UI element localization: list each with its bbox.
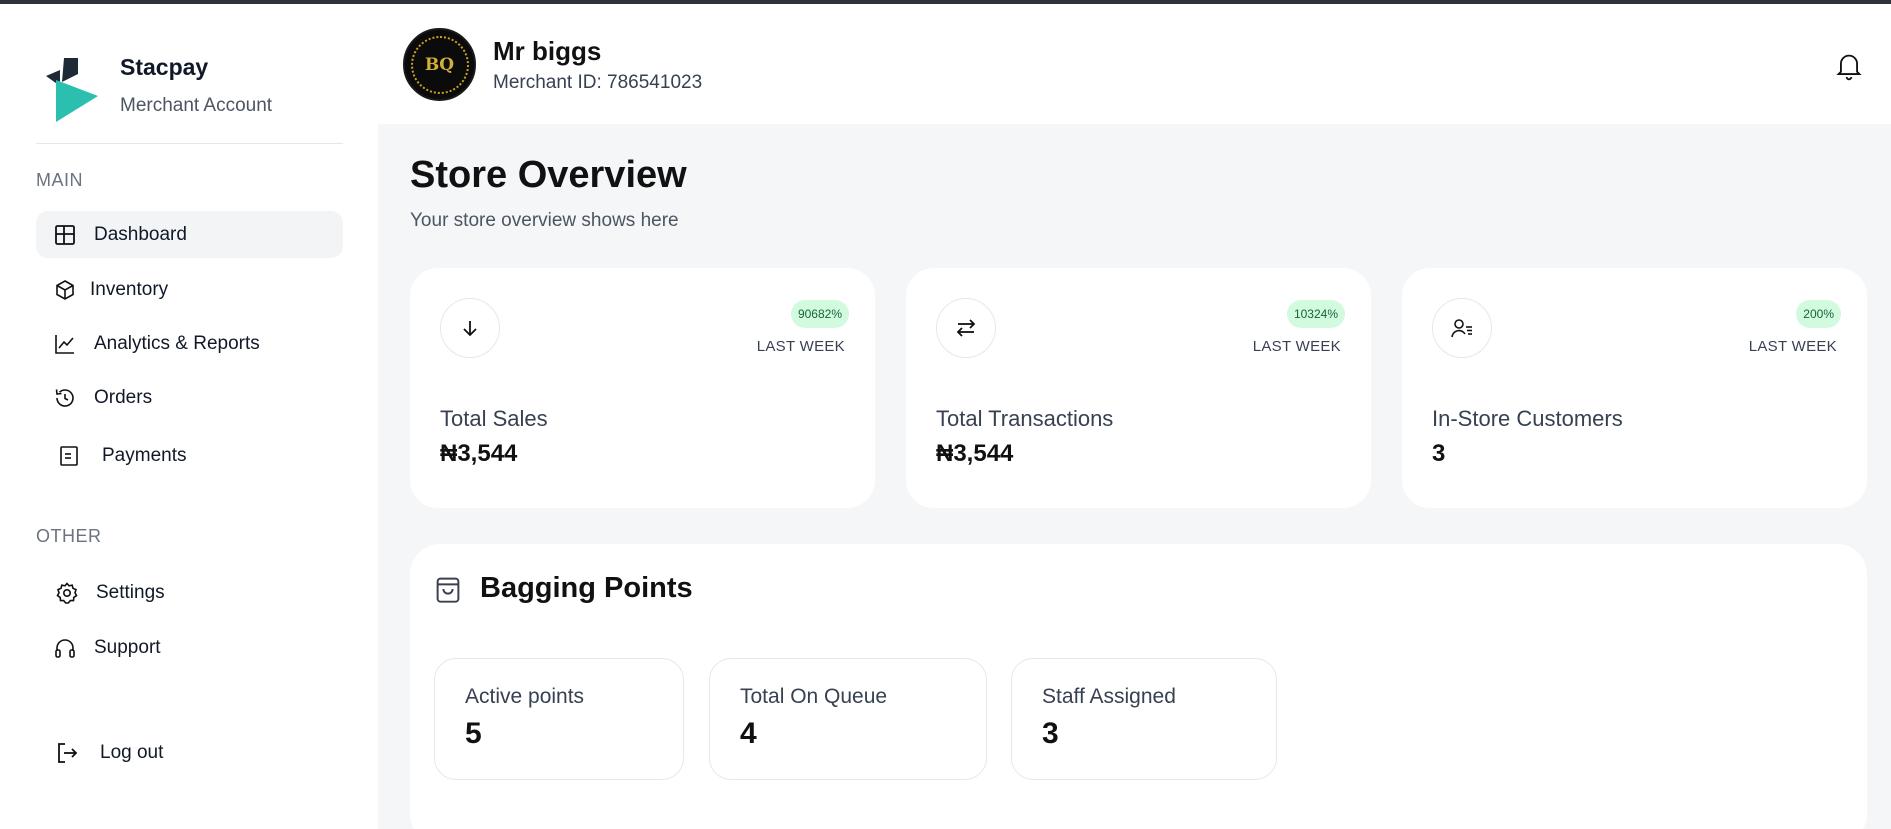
chart-line-icon — [52, 331, 78, 357]
bagging-card-active-points[interactable]: Active points 5 — [434, 658, 684, 780]
sidebar-item-label: Inventory — [90, 278, 169, 300]
sidebar-item-label: Settings — [96, 581, 165, 603]
mini-card-value: 4 — [740, 717, 757, 750]
merchant-avatar[interactable]: BQ — [403, 28, 476, 101]
stat-value: 3 — [1432, 440, 1446, 467]
logout-label: Log out — [100, 741, 164, 763]
bagging-points-panel: Bagging Points Active points 5 Total On … — [410, 544, 1867, 829]
sidebar-item-label: Dashboard — [94, 223, 187, 245]
mini-card-value: 5 — [465, 717, 482, 750]
period-label: LAST WEEK — [1748, 338, 1837, 355]
stat-card-in-store-customers[interactable]: 200% LAST WEEK In-Store Customers 3 — [1402, 268, 1867, 508]
period-label: LAST WEEK — [756, 338, 845, 355]
stacpay-logo-icon — [46, 58, 98, 122]
stat-value: ₦3,544 — [936, 440, 1014, 467]
section-label-main: MAIN — [36, 170, 83, 190]
sidebar-item-payments[interactable]: Payments — [36, 432, 343, 479]
change-badge: 200% — [1796, 300, 1841, 328]
gear-icon — [54, 580, 80, 606]
grid-icon — [52, 222, 78, 248]
bell-icon[interactable] — [1835, 51, 1863, 81]
period-label: LAST WEEK — [1252, 338, 1341, 355]
bagging-points-title: Bagging Points — [480, 572, 693, 604]
sidebar-item-label: Payments — [102, 444, 187, 466]
stat-label: In-Store Customers — [1432, 406, 1623, 431]
sidebar-item-orders[interactable]: Orders — [36, 374, 343, 421]
avatar-initials: BQ — [410, 35, 469, 94]
brand[interactable]: Stacpay Merchant Account — [36, 52, 272, 122]
logout-button[interactable]: Log out — [36, 729, 343, 776]
mini-card-value: 3 — [1042, 717, 1059, 750]
stat-card-total-sales[interactable]: 90682% LAST WEEK Total Sales ₦3,544 — [410, 268, 875, 508]
logout-icon — [54, 740, 80, 766]
bagging-card-staff-assigned[interactable]: Staff Assigned 3 — [1011, 658, 1277, 780]
sidebar-item-inventory[interactable]: Inventory — [36, 266, 343, 313]
sidebar-item-label: Orders — [94, 386, 153, 408]
sidebar: Stacpay Merchant Account MAIN Dashboard … — [0, 4, 378, 829]
bagging-card-total-on-queue[interactable]: Total On Queue 4 — [709, 658, 987, 780]
stat-card-total-transactions[interactable]: 10324% LAST WEEK Total Transactions ₦3,5… — [906, 268, 1371, 508]
stat-label: Total Sales — [440, 406, 548, 431]
shopping-bag-icon — [436, 577, 460, 603]
brand-subtitle: Merchant Account — [120, 95, 273, 116]
top-header: BQ Mr biggs Merchant ID: 786541023 — [378, 4, 1891, 124]
swap-arrows-icon — [936, 298, 996, 358]
sidebar-item-settings[interactable]: Settings — [36, 569, 343, 616]
user-list-icon — [1432, 298, 1492, 358]
section-label-other: OTHER — [36, 526, 102, 546]
sidebar-item-support[interactable]: Support — [36, 624, 343, 671]
mini-card-label: Total On Queue — [740, 685, 888, 708]
headphones-icon — [52, 635, 78, 661]
history-icon — [52, 385, 78, 411]
mini-card-label: Active points — [465, 685, 585, 708]
box-icon — [52, 277, 78, 303]
main-content: Store Overview Your store overview shows… — [378, 124, 1891, 829]
mini-card-label: Staff Assigned — [1042, 685, 1176, 708]
stat-label: Total Transactions — [936, 406, 1114, 431]
divider — [36, 143, 343, 144]
arrow-down-icon — [440, 298, 500, 358]
sidebar-item-label: Support — [94, 636, 161, 658]
page-title: Store Overview — [410, 154, 687, 196]
sidebar-item-analytics[interactable]: Analytics & Reports — [36, 320, 343, 367]
change-badge: 10324% — [1286, 300, 1345, 328]
page-subtitle: Your store overview shows here — [410, 210, 679, 231]
merchant-name: Mr biggs — [493, 36, 602, 66]
sidebar-item-label: Analytics & Reports — [94, 332, 260, 354]
stat-value: ₦3,544 — [440, 440, 518, 467]
change-badge: 90682% — [790, 300, 849, 328]
brand-name: Stacpay — [120, 54, 209, 80]
merchant-id: Merchant ID: 786541023 — [493, 72, 703, 93]
sidebar-item-dashboard[interactable]: Dashboard — [36, 211, 343, 258]
document-icon — [56, 443, 82, 469]
